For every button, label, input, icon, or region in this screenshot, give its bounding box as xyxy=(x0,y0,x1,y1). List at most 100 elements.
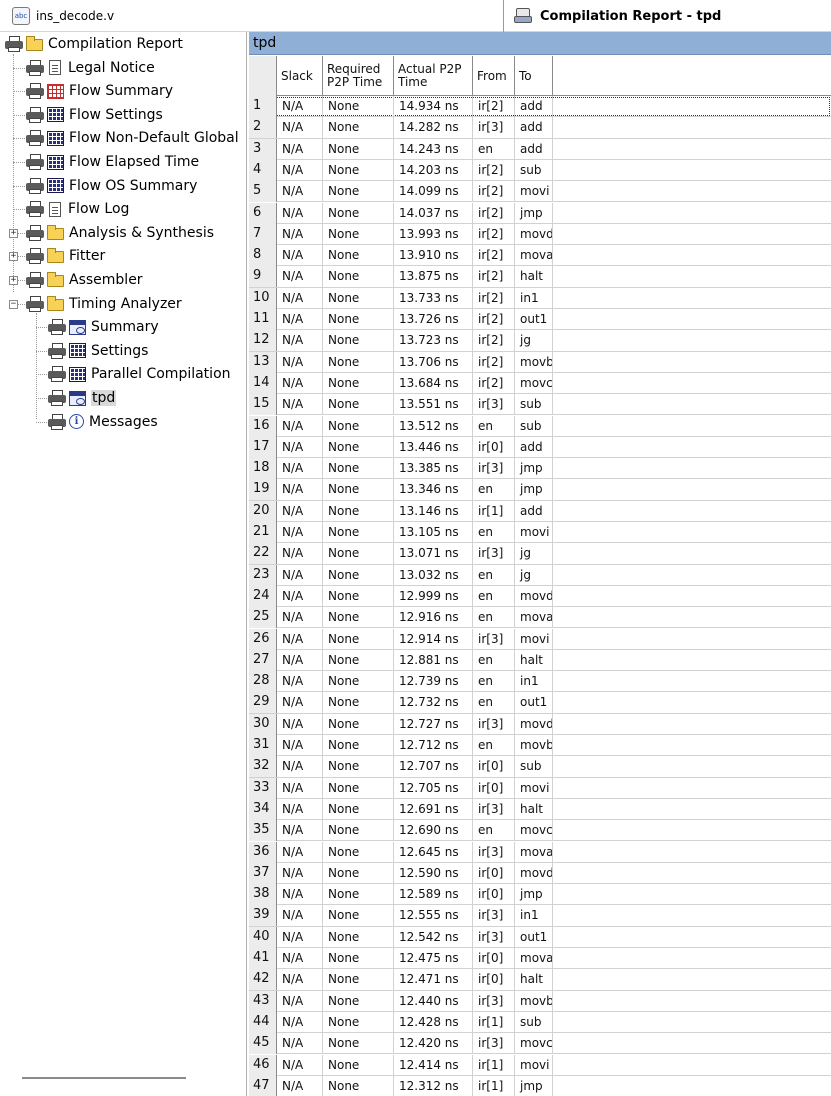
cell-actual-p2p-time[interactable]: 13.551 ns xyxy=(394,394,473,416)
cell-required-p2p-time[interactable]: None xyxy=(323,756,394,778)
table-row[interactable]: 8 N/A None 13.910 ns ir[2] mova xyxy=(249,245,831,267)
cell-to[interactable]: mova xyxy=(515,607,553,629)
table-row[interactable]: 46 N/A None 12.414 ns ir[1] movi xyxy=(249,1054,831,1076)
cell-from[interactable]: ir[3] xyxy=(473,926,515,948)
cell-from[interactable]: ir[1] xyxy=(473,1075,515,1096)
cell-from[interactable]: en xyxy=(473,649,515,671)
cell-required-p2p-time[interactable]: None xyxy=(323,309,394,330)
cell-to[interactable]: jg xyxy=(515,330,553,352)
cell-to[interactable]: out1 xyxy=(515,692,553,714)
cell-to[interactable]: jmp xyxy=(515,884,553,906)
cell-from[interactable]: en xyxy=(473,820,515,842)
table-row[interactable]: 31 N/A None 12.712 ns en movb xyxy=(249,735,831,757)
cell-slack[interactable]: N/A xyxy=(277,628,323,650)
row-number[interactable]: 21 xyxy=(249,522,277,543)
table-row[interactable]: 38 N/A None 12.589 ns ir[0] jmp xyxy=(249,884,831,906)
cell-from[interactable]: ir[0] xyxy=(473,436,515,458)
column-header-actual-p2p-time[interactable]: Actual P2P Time xyxy=(394,56,473,96)
column-header-to[interactable]: To xyxy=(515,56,553,96)
cell-from[interactable]: ir[0] xyxy=(473,777,515,799)
cell-to[interactable]: sub xyxy=(515,394,553,416)
cell-required-p2p-time[interactable]: None xyxy=(323,990,394,1012)
row-number[interactable]: 1 xyxy=(249,96,277,117)
cell-slack[interactable]: N/A xyxy=(277,522,323,543)
table-row[interactable]: 2 N/A None 14.282 ns ir[3] add xyxy=(249,117,831,139)
cell-to[interactable]: movc xyxy=(515,1033,553,1055)
table-row[interactable]: 1 N/A None 14.934 ns ir[2] add xyxy=(249,96,831,118)
cell-required-p2p-time[interactable]: None xyxy=(323,798,394,820)
cell-slack[interactable]: N/A xyxy=(277,181,323,203)
row-number[interactable]: 25 xyxy=(249,607,277,629)
cell-from[interactable]: en xyxy=(473,138,515,160)
table-row[interactable]: 11 N/A None 13.726 ns ir[2] out1 xyxy=(249,309,831,331)
table-row[interactable]: 30 N/A None 12.727 ns ir[3] movd xyxy=(249,713,831,735)
table-row[interactable]: 39 N/A None 12.555 ns ir[3] in1 xyxy=(249,905,831,927)
cell-from[interactable]: ir[2] xyxy=(473,266,515,288)
cell-from[interactable]: ir[2] xyxy=(473,159,515,181)
row-number[interactable]: 13 xyxy=(249,351,277,373)
cell-slack[interactable]: N/A xyxy=(277,96,323,117)
cell-slack[interactable]: N/A xyxy=(277,777,323,799)
cell-slack[interactable]: N/A xyxy=(277,564,323,586)
cell-to[interactable]: movi xyxy=(515,522,553,543)
cell-from[interactable]: en xyxy=(473,671,515,693)
cell-actual-p2p-time[interactable]: 13.875 ns xyxy=(394,266,473,288)
cell-actual-p2p-time[interactable]: 12.440 ns xyxy=(394,990,473,1012)
cell-from[interactable]: ir[3] xyxy=(473,1033,515,1055)
cell-required-p2p-time[interactable]: None xyxy=(323,372,394,394)
table-row[interactable]: 3 N/A None 14.243 ns en add xyxy=(249,138,831,160)
cell-to[interactable]: movc xyxy=(515,820,553,842)
table-row[interactable]: 32 N/A None 12.707 ns ir[0] sub xyxy=(249,756,831,778)
table-row[interactable]: 17 N/A None 13.446 ns ir[0] add xyxy=(249,436,831,459)
cell-from[interactable]: en xyxy=(473,479,515,501)
cell-slack[interactable]: N/A xyxy=(277,1054,323,1076)
row-number[interactable]: 5 xyxy=(249,181,277,203)
cell-from[interactable]: ir[3] xyxy=(473,543,515,565)
row-number[interactable]: 12 xyxy=(249,330,277,352)
cell-from[interactable]: en xyxy=(473,692,515,714)
table-row[interactable]: 45 N/A None 12.420 ns ir[3] movc xyxy=(249,1033,831,1055)
cell-to[interactable]: movb xyxy=(515,990,553,1012)
row-number[interactable]: 19 xyxy=(249,479,277,501)
cell-to[interactable]: movi xyxy=(515,777,553,799)
row-number[interactable]: 17 xyxy=(249,436,277,458)
cell-to[interactable]: movd xyxy=(515,585,553,607)
row-number-header[interactable] xyxy=(249,56,277,96)
cell-actual-p2p-time[interactable]: 13.385 ns xyxy=(394,458,473,480)
row-number[interactable]: 6 xyxy=(249,202,277,224)
row-number[interactable]: 16 xyxy=(249,415,277,437)
cell-required-p2p-time[interactable]: None xyxy=(323,543,394,565)
row-number[interactable]: 41 xyxy=(249,948,277,969)
cell-from[interactable]: ir[2] xyxy=(473,181,515,203)
cell-slack[interactable]: N/A xyxy=(277,458,323,480)
table-row[interactable]: 25 N/A None 12.916 ns en mova xyxy=(249,607,831,629)
cell-required-p2p-time[interactable]: None xyxy=(323,266,394,288)
cell-from[interactable]: ir[3] xyxy=(473,458,515,480)
cell-required-p2p-time[interactable]: None xyxy=(323,1033,394,1055)
cell-slack[interactable]: N/A xyxy=(277,500,323,522)
row-number[interactable]: 26 xyxy=(249,628,277,650)
cell-to[interactable]: in1 xyxy=(515,671,553,693)
table-row[interactable]: 27 N/A None 12.881 ns en halt xyxy=(249,649,831,672)
cell-slack[interactable]: N/A xyxy=(277,245,323,267)
cell-required-p2p-time[interactable]: None xyxy=(323,862,394,884)
row-number[interactable]: 3 xyxy=(249,138,277,160)
cell-required-p2p-time[interactable]: None xyxy=(323,330,394,352)
cell-required-p2p-time[interactable]: None xyxy=(323,777,394,799)
cell-to[interactable]: movi xyxy=(515,628,553,650)
cell-actual-p2p-time[interactable]: 13.910 ns xyxy=(394,245,473,267)
row-number[interactable]: 18 xyxy=(249,458,277,480)
cell-actual-p2p-time[interactable]: 12.645 ns xyxy=(394,841,473,863)
cell-actual-p2p-time[interactable]: 13.993 ns xyxy=(394,223,473,245)
cell-required-p2p-time[interactable]: None xyxy=(323,500,394,522)
cell-required-p2p-time[interactable]: None xyxy=(323,1054,394,1076)
cell-from[interactable]: ir[0] xyxy=(473,969,515,991)
cell-from[interactable]: en xyxy=(473,564,515,586)
cell-to[interactable]: movd xyxy=(515,713,553,735)
cell-from[interactable]: en xyxy=(473,735,515,756)
cell-to[interactable]: out1 xyxy=(515,926,553,948)
cell-actual-p2p-time[interactable]: 12.589 ns xyxy=(394,884,473,906)
cell-from[interactable]: ir[3] xyxy=(473,713,515,735)
row-number[interactable]: 24 xyxy=(249,585,277,607)
cell-slack[interactable]: N/A xyxy=(277,756,323,778)
